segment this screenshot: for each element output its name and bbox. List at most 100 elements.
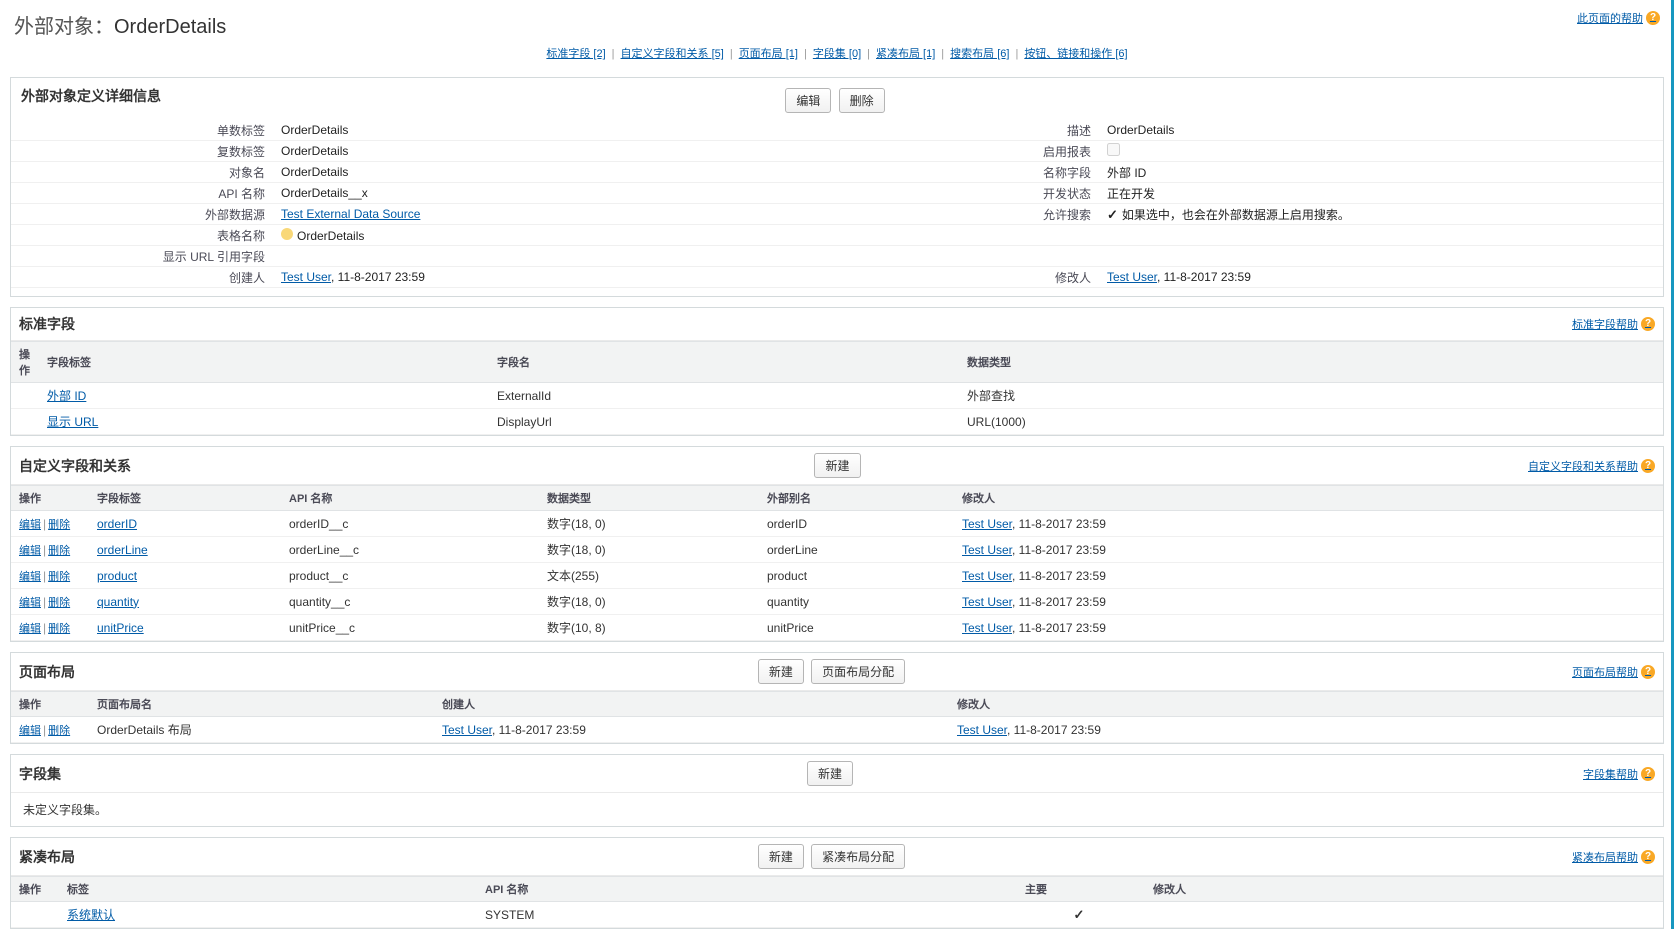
delete-link[interactable]: 删除 (48, 725, 70, 737)
page-help-link[interactable]: 此页面的帮助 ? (1577, 10, 1660, 26)
detail-label: 创建人 (11, 269, 279, 286)
field-label-link[interactable]: 外部 ID (47, 389, 86, 403)
detail-value: OrderDetails__x (279, 186, 837, 200)
detail-section: 外部对象定义详细信息 编辑 删除 单数标签OrderDetails复数标签Ord… (10, 77, 1664, 297)
table-row: 编辑|删除OrderDetails 布局Test User, 11-8-2017… (11, 717, 1663, 743)
anchor-link[interactable]: 页面布局 [1] (739, 48, 798, 60)
compact-layouts-table: 操作标签API 名称主要修改人系统默认SYSTEM✓ (11, 876, 1663, 928)
column-header: 创建人 (434, 692, 949, 717)
field-label-link[interactable]: orderLine (97, 543, 148, 557)
info-icon (281, 228, 293, 240)
custom-fields-title: 自定义字段和关系 (19, 456, 131, 476)
detail-value: OrderDetails (279, 123, 837, 137)
detail-row: API 名称OrderDetails__x (11, 183, 837, 204)
column-header: 操作 (11, 877, 59, 902)
check-icon: ✓ (1074, 907, 1085, 922)
edit-link[interactable]: 编辑 (19, 571, 41, 583)
compact-layout-link[interactable]: 系统默认 (67, 908, 115, 922)
detail-value: OrderDetails (279, 144, 837, 158)
compact-layout-assign-button[interactable]: 紧凑布局分配 (811, 844, 905, 869)
delete-link[interactable]: 删除 (48, 623, 70, 635)
column-header: API 名称 (477, 877, 1017, 902)
standard-fields-help[interactable]: 标准字段帮助? (1572, 316, 1655, 332)
edit-link[interactable]: 编辑 (19, 519, 41, 531)
anchor-link[interactable]: 紧凑布局 [1] (876, 48, 935, 60)
user-link[interactable]: Test User (962, 595, 1012, 609)
user-link[interactable]: Test User (957, 723, 1007, 737)
delete-link[interactable]: 删除 (48, 571, 70, 583)
field-label-link[interactable]: product (97, 569, 137, 583)
detail-label: 复数标签 (11, 143, 279, 160)
edit-link[interactable]: 编辑 (19, 597, 41, 609)
user-link[interactable]: Test User (962, 543, 1012, 557)
detail-row: 开发状态正在开发 (837, 183, 1663, 204)
detail-label: API 名称 (11, 185, 279, 202)
detail-row: 允许搜索✓如果选中，也会在外部数据源上启用搜索。 (837, 204, 1663, 225)
detail-row (837, 225, 1663, 246)
page-title-text: OrderDetails (114, 16, 226, 38)
field-label-link[interactable]: orderID (97, 517, 137, 531)
detail-link[interactable]: Test User (281, 270, 331, 284)
fieldsets-help[interactable]: 字段集帮助? (1583, 766, 1655, 782)
detail-label: 名称字段 (837, 164, 1105, 181)
delete-button[interactable]: 删除 (839, 88, 885, 113)
anchor-link[interactable]: 自定义字段和关系 [5] (621, 48, 724, 60)
new-fieldset-button[interactable]: 新建 (807, 761, 853, 786)
new-custom-field-button[interactable]: 新建 (814, 453, 860, 478)
detail-value: OrderDetails (1105, 123, 1663, 137)
anchor-link[interactable]: 字段集 [0] (813, 48, 861, 60)
field-label-link[interactable]: unitPrice (97, 621, 144, 635)
detail-label: 允许搜索 (837, 206, 1105, 223)
table-row: 编辑|删除orderIDorderID__c数字(18, 0)orderIDTe… (11, 511, 1663, 537)
page-help-text: 此页面的帮助 (1577, 10, 1643, 26)
detail-row: 启用报表 (837, 141, 1663, 162)
table-row: 编辑|删除unitPriceunitPrice__c数字(10, 8)unitP… (11, 615, 1663, 641)
detail-label: 描述 (837, 122, 1105, 139)
detail-link[interactable]: Test External Data Source (281, 207, 420, 221)
compact-layouts-help[interactable]: 紧凑布局帮助? (1572, 849, 1655, 865)
table-row: 编辑|删除quantityquantity__c数字(18, 0)quantit… (11, 589, 1663, 615)
detail-row: 外部数据源Test External Data Source (11, 204, 837, 225)
help-icon: ? (1641, 665, 1655, 679)
new-page-layout-button[interactable]: 新建 (758, 659, 804, 684)
delete-link[interactable]: 删除 (48, 597, 70, 609)
detail-row: 创建人Test User, 11-8-2017 23:59 (11, 267, 837, 288)
user-link[interactable]: Test User (962, 517, 1012, 531)
anchor-links: 标准字段 [2]|自定义字段和关系 [5]|页面布局 [1]|字段集 [0]|紧… (14, 39, 1660, 71)
detail-label: 对象名 (11, 164, 279, 181)
field-label-link[interactable]: 显示 URL (47, 415, 98, 429)
table-row: 显示 URLDisplayUrlURL(1000) (11, 409, 1663, 435)
field-label-link[interactable]: quantity (97, 595, 139, 609)
detail-value: 正在开发 (1105, 185, 1663, 202)
anchor-link[interactable]: 按钮、链接和操作 [6] (1024, 48, 1127, 60)
edit-link[interactable]: 编辑 (19, 725, 41, 737)
delete-link[interactable]: 删除 (48, 545, 70, 557)
detail-link[interactable]: Test User (1107, 270, 1157, 284)
anchor-link[interactable]: 搜索布局 [6] (950, 48, 1009, 60)
detail-row: 名称字段外部 ID (837, 162, 1663, 183)
user-link[interactable]: Test User (962, 569, 1012, 583)
fieldsets-empty: 未定义字段集。 (11, 793, 1663, 826)
page-layout-assign-button[interactable]: 页面布局分配 (811, 659, 905, 684)
new-compact-layout-button[interactable]: 新建 (758, 844, 804, 869)
user-link[interactable]: Test User (442, 723, 492, 737)
detail-label: 外部数据源 (11, 206, 279, 223)
column-header: 数据类型 (959, 342, 1663, 383)
detail-value: Test External Data Source (279, 207, 837, 221)
detail-row: 单数标签OrderDetails (11, 120, 837, 141)
detail-value: ✓如果选中，也会在外部数据源上启用搜索。 (1105, 206, 1663, 223)
edit-button[interactable]: 编辑 (785, 88, 831, 113)
edit-link[interactable]: 编辑 (19, 623, 41, 635)
user-link[interactable]: Test User (962, 621, 1012, 635)
help-icon: ? (1641, 459, 1655, 473)
detail-value: 外部 ID (1105, 164, 1663, 181)
delete-link[interactable]: 删除 (48, 519, 70, 531)
custom-fields-help[interactable]: 自定义字段和关系帮助? (1528, 458, 1655, 474)
custom-fields-section: 自定义字段和关系 新建 自定义字段和关系帮助? 操作字段标签API 名称数据类型… (10, 446, 1664, 642)
detail-row: 显示 URL 引用字段 (11, 246, 837, 267)
detail-row: 表格名称OrderDetails (11, 225, 837, 246)
anchor-link[interactable]: 标准字段 [2] (546, 48, 605, 60)
column-header: 主要 (1017, 877, 1145, 902)
page-layouts-help[interactable]: 页面布局帮助? (1572, 664, 1655, 680)
edit-link[interactable]: 编辑 (19, 545, 41, 557)
